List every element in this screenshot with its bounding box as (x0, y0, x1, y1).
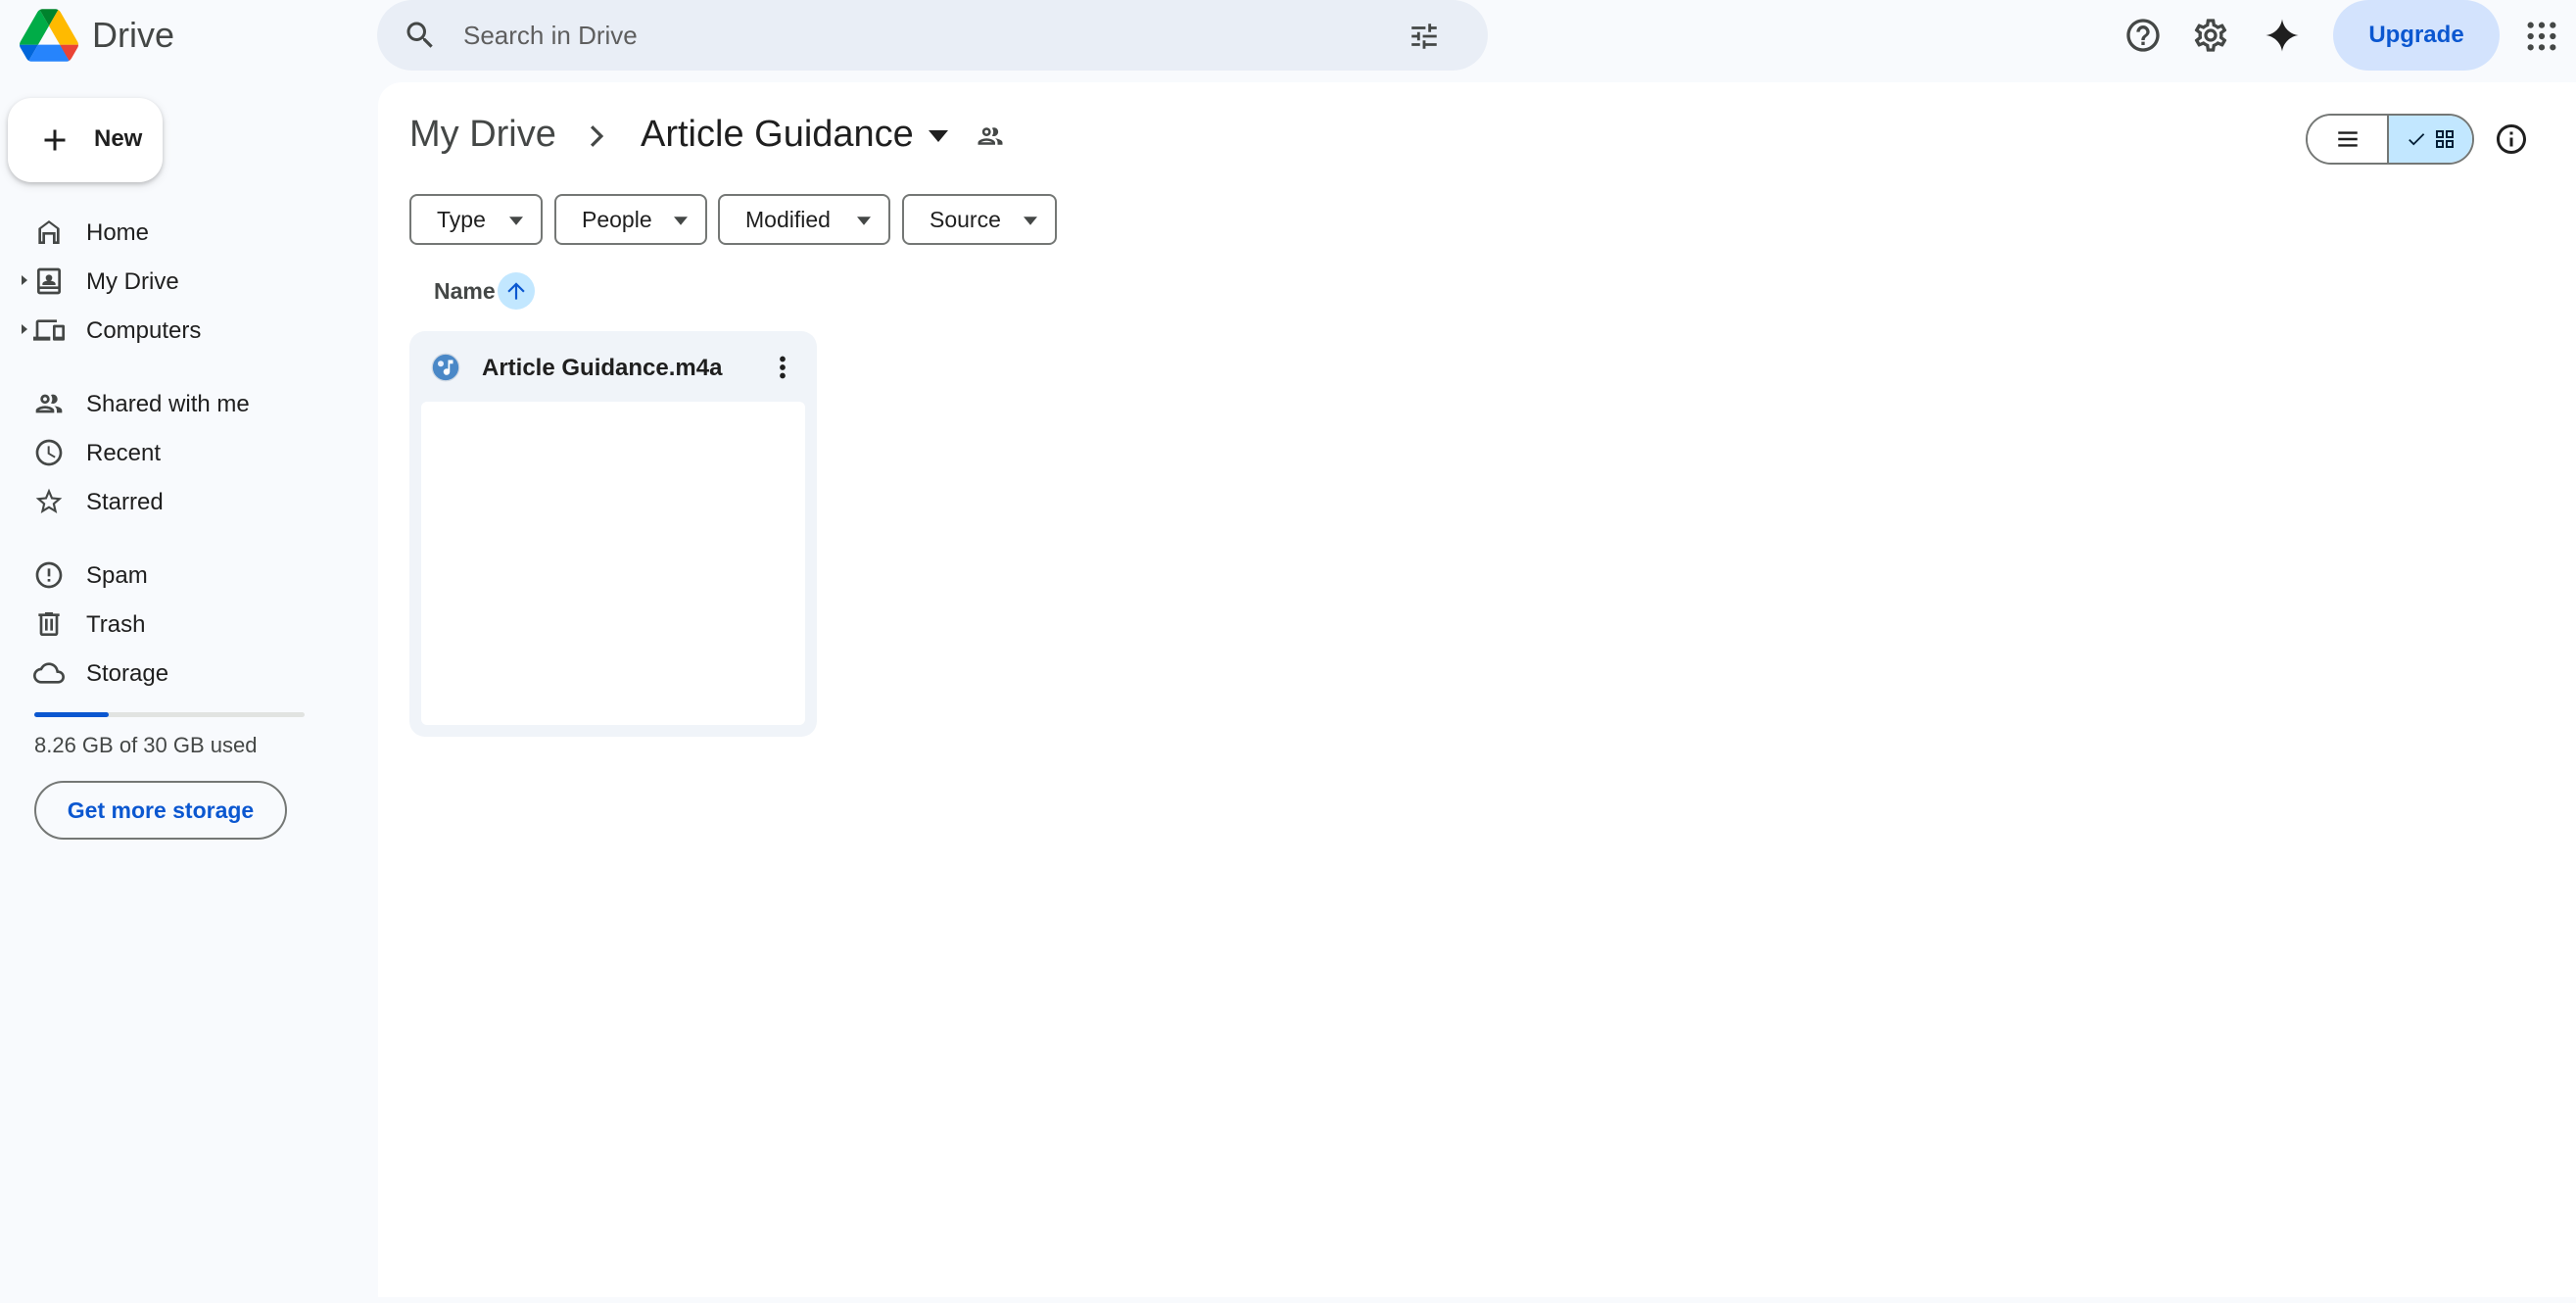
sidebar-item-label: My Drive (86, 268, 179, 295)
trash-icon (38, 612, 60, 636)
drive-logo-icon (20, 9, 78, 62)
sidebar-item-label: Spam (86, 562, 148, 589)
sidebar-item-label: Home (86, 219, 150, 246)
clock-icon (35, 439, 63, 466)
filter-chip-people[interactable]: People (554, 194, 707, 245)
list-view-icon (2337, 131, 2358, 147)
sidebar-item-label: Shared with me (86, 391, 250, 417)
sidebar-item-computers[interactable]: Computers (0, 305, 362, 354)
breadcrumb-my-drive[interactable]: My Drive (409, 114, 556, 156)
sidebar-item-my-drive[interactable]: My Drive (0, 256, 362, 305)
caret-down-icon (674, 217, 688, 225)
filter-chip-label: Source (930, 206, 1001, 232)
caret-down-icon (857, 217, 871, 225)
sort-by-name-label[interactable]: Name (434, 278, 496, 305)
sidebar-item-recent[interactable]: Recent (0, 427, 362, 476)
expand-caret-icon[interactable] (20, 274, 29, 286)
search-input[interactable] (463, 14, 1384, 57)
file-card[interactable]: Article Guidance.m4a (409, 331, 817, 737)
apps-grid-icon[interactable] (2525, 20, 2558, 53)
arrow-upward-icon (507, 282, 525, 300)
plus-icon (44, 129, 66, 151)
filter-chip-label: Type (437, 206, 486, 232)
grid-view-button[interactable] (2389, 116, 2472, 163)
check-icon (2408, 133, 2424, 146)
search-icon[interactable] (403, 18, 438, 53)
top-bar: Drive Upgrade (0, 0, 2576, 71)
info-icon[interactable] (2494, 121, 2529, 157)
caret-down-icon (1024, 217, 1037, 225)
home-icon (38, 220, 60, 244)
get-more-storage-button[interactable]: Get more storage (34, 781, 287, 840)
list-view-button[interactable] (2308, 116, 2390, 163)
new-button-label: New (94, 125, 143, 152)
sidebar-item-home[interactable]: Home (0, 207, 362, 256)
file-name[interactable]: Article Guidance.m4a (482, 355, 722, 382)
sidebar-item-label: Trash (86, 611, 146, 638)
help-icon[interactable] (2123, 16, 2163, 55)
filter-chip-type[interactable]: Type (409, 194, 543, 245)
storage-usage-fill (34, 712, 109, 717)
chevron-right-icon (590, 125, 604, 147)
breadcrumb-current-folder[interactable]: Article Guidance (641, 114, 914, 156)
sidebar-item-trash[interactable]: Trash (0, 599, 362, 648)
shared-folder-people-icon[interactable] (976, 121, 1005, 151)
view-toggle (2306, 114, 2474, 165)
sidebar-item-label: Storage (86, 660, 169, 687)
main-content: My Drive Article Guidance Type People Mo… (378, 82, 2576, 1297)
gemini-sparkle-icon[interactable] (2263, 16, 2302, 55)
settings-gear-icon[interactable] (2191, 16, 2230, 55)
audio-file-icon (431, 353, 460, 382)
sidebar-item-shared-with-me[interactable]: Shared with me (0, 378, 362, 427)
sidebar-item-label: Computers (86, 317, 202, 344)
sidebar-item-storage[interactable]: Storage (0, 648, 362, 697)
upgrade-button[interactable]: Upgrade (2333, 0, 2500, 71)
filter-chip-label: People (582, 206, 652, 232)
sidebar-item-label: Recent (86, 440, 162, 466)
caret-down-icon[interactable] (929, 129, 948, 143)
spam-icon (35, 561, 63, 589)
search-bar[interactable] (377, 0, 1488, 71)
sort-direction-button[interactable] (498, 272, 535, 310)
file-thumbnail[interactable] (421, 402, 805, 725)
search-options-icon[interactable] (1407, 20, 1441, 53)
filter-chip-source[interactable]: Source (902, 194, 1057, 245)
more-vertical-icon[interactable] (766, 351, 799, 384)
my-drive-icon (37, 267, 61, 295)
sidebar-item-label: Starred (86, 489, 164, 515)
filter-chip-label: Modified (745, 206, 831, 232)
star-icon (35, 488, 63, 513)
app-name: Drive (92, 15, 175, 55)
computers-icon (33, 319, 65, 341)
sidebar-item-spam[interactable]: Spam (0, 550, 362, 599)
sidebar-item-starred[interactable]: Starred (0, 476, 362, 525)
cloud-icon (33, 662, 65, 684)
shared-people-icon (35, 394, 63, 413)
caret-down-icon (509, 217, 523, 225)
new-button[interactable]: New (8, 98, 163, 182)
filter-chip-modified[interactable]: Modified (718, 194, 890, 245)
expand-caret-icon[interactable] (20, 323, 29, 335)
grid-view-icon (2435, 130, 2454, 148)
storage-usage-bar (34, 712, 305, 717)
storage-used-text: 8.26 GB of 30 GB used (34, 733, 258, 757)
drive-brand[interactable]: Drive (20, 6, 174, 65)
